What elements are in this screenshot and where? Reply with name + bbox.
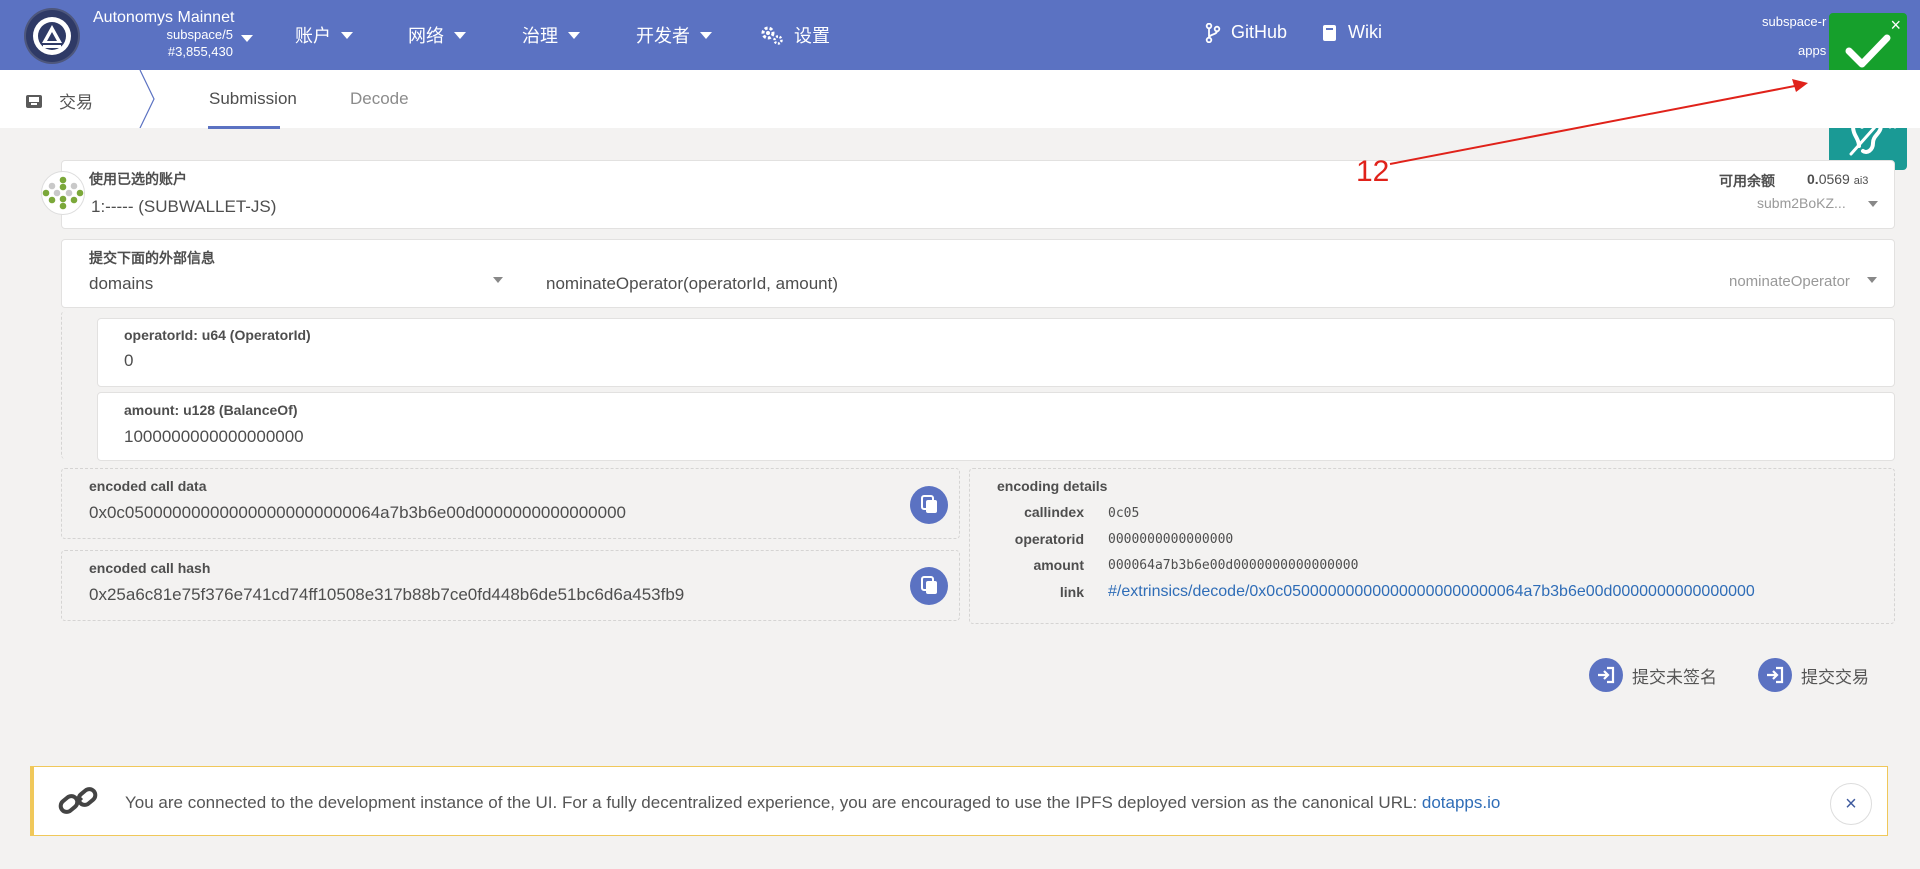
chain-selector[interactable]: Autonomys Mainnet subspace/5 #3,855,430 [93,9,253,60]
balance-decimals: 0569 [1818,171,1850,187]
chevron-down-icon [568,31,580,39]
balance-unit: ai3 [1853,175,1869,187]
wiki-label: Wiki [1348,22,1382,42]
nav-governance-label: 治理 [522,26,558,46]
decode-link[interactable]: #/extrinsics/decode/0x0c0500000000000000… [1108,583,1755,601]
amount-input[interactable]: 1000000000000000000 [124,427,304,447]
github-link[interactable]: GitHub [1205,22,1287,43]
param-operator-id[interactable]: operatorId: u64 (OperatorId) 0 [97,318,1895,387]
chevron-down-icon[interactable] [493,277,503,283]
account-value: 1:----- (SUBWALLET-JS) [91,197,277,216]
notice-message: You are connected to the development ins… [125,793,1422,812]
encoding-details-title: encoding details [997,478,1108,494]
git-branch-icon [1205,22,1221,43]
submit-transaction-label: 提交交易 [1801,667,1869,687]
detail-value: 000064a7b3b6e00d0000000000000000 [1108,558,1359,573]
encoded-call-hash: encoded call hash 0x25a6c81e75f376e741cd… [61,550,960,621]
param-label: amount: u128 (BalanceOf) [124,402,298,418]
submit-unsigned-button[interactable]: 提交未签名 [1589,658,1717,692]
dev-instance-notice: You are connected to the development ins… [30,766,1888,836]
detail-key: link [1059,584,1084,600]
apps-version: apps [1798,43,1827,58]
nav-accounts[interactable]: 账户 [295,22,353,48]
top-navbar: Autonomys Mainnet subspace/5 #3,855,430 … [0,0,1920,70]
logo-icon [33,17,71,55]
chevron-down-icon [700,31,712,39]
annotation-arrow [1389,79,1808,165]
encoded-hash-label: encoded call hash [89,560,211,576]
wiki-link[interactable]: Wiki [1322,22,1382,43]
chain-spec: subspace/5 [166,27,234,42]
account-address: subm2BoKZ... [1757,195,1846,211]
gears-icon [761,26,783,45]
encoded-call-data: encoded call data 0x0c050000000000000000… [61,468,960,539]
account-label: 使用已选的账户 [89,171,187,187]
detail-key: callindex [1024,504,1084,520]
operator-id-input[interactable]: 0 [124,351,133,371]
tab-decode[interactable]: Decode [350,89,409,109]
nav-developer[interactable]: 开发者 [636,22,712,48]
copy-icon [921,576,937,594]
nav-network-label: 网络 [408,26,444,46]
nav-accounts-label: 账户 [295,26,331,46]
book-icon [1323,24,1336,41]
encoded-hash-value: 0x25a6c81e75f376e741cd74ff10508e317b88b7… [89,585,685,604]
close-icon[interactable]: × [1890,15,1901,35]
sign-in-icon [1589,658,1623,692]
block-number: #3,855,430 [167,44,233,59]
chevron-down-icon[interactable] [1867,277,1877,283]
nav-developer-label: 开发者 [636,26,690,46]
autonomys-logo[interactable] [24,8,80,64]
section-label: 交易 [59,93,93,112]
copy-button[interactable] [910,567,948,605]
chevron-down-icon [341,31,353,39]
tab-submission[interactable]: Submission [209,89,297,109]
param-label: operatorId: u64 (OperatorId) [124,327,311,343]
extrinsic-selector: 提交下面的外部信息 domains nominateOperator(opera… [61,239,1895,308]
chevron-down-icon [454,31,466,39]
link-icon [58,787,98,814]
module-select[interactable]: domains [89,274,153,294]
github-label: GitHub [1231,22,1288,42]
chevron-down-icon [241,35,253,42]
inbox-icon [26,94,42,108]
dotapps-link[interactable]: dotapps.io [1422,793,1500,812]
encoding-details: encoding details callindex 0c05 operator… [969,468,1895,624]
submit-unsigned-label: 提交未签名 [1632,667,1717,687]
sign-in-icon [1758,658,1792,692]
nav-network[interactable]: 网络 [408,22,466,48]
nav-settings-label: 设置 [794,26,830,46]
encoded-data-label: encoded call data [89,478,207,494]
call-select[interactable]: nominateOperator(operatorId, amount) [546,274,838,294]
copy-button[interactable] [910,486,948,524]
copy-icon [921,495,937,513]
node-name: subspace-r [1762,14,1827,29]
detail-key: operatorid [1014,531,1084,547]
nav-settings[interactable]: 设置 [760,22,830,48]
account-identicon [41,171,85,215]
notice-text: You are connected to the development ins… [125,793,1500,813]
param-amount[interactable]: amount: u128 (BalanceOf) 100000000000000… [97,392,1895,461]
close-notice-button[interactable]: × [1830,783,1872,825]
breadcrumb-separator [139,70,155,128]
detail-value: 0000000000000000 [1108,532,1234,547]
chain-name: Autonomys Mainnet [93,9,235,26]
call-short-name: nominateOperator [1729,273,1850,290]
balance-label: 可用余额 [1719,173,1775,189]
detail-value: 0c05 [1108,506,1140,521]
extrinsic-label: 提交下面的外部信息 [89,250,215,266]
active-tab-indicator [208,126,280,129]
identicon-icon [42,176,84,210]
chevron-down-icon[interactable] [1868,201,1878,207]
detail-key: amount [1033,557,1084,573]
submit-transaction-button[interactable]: 提交交易 [1758,658,1869,692]
section-title: 交易 [25,88,93,113]
encoded-data-value: 0x0c050000000000000000000000064a7b3b6e00… [89,503,627,522]
nav-governance[interactable]: 治理 [522,22,580,48]
